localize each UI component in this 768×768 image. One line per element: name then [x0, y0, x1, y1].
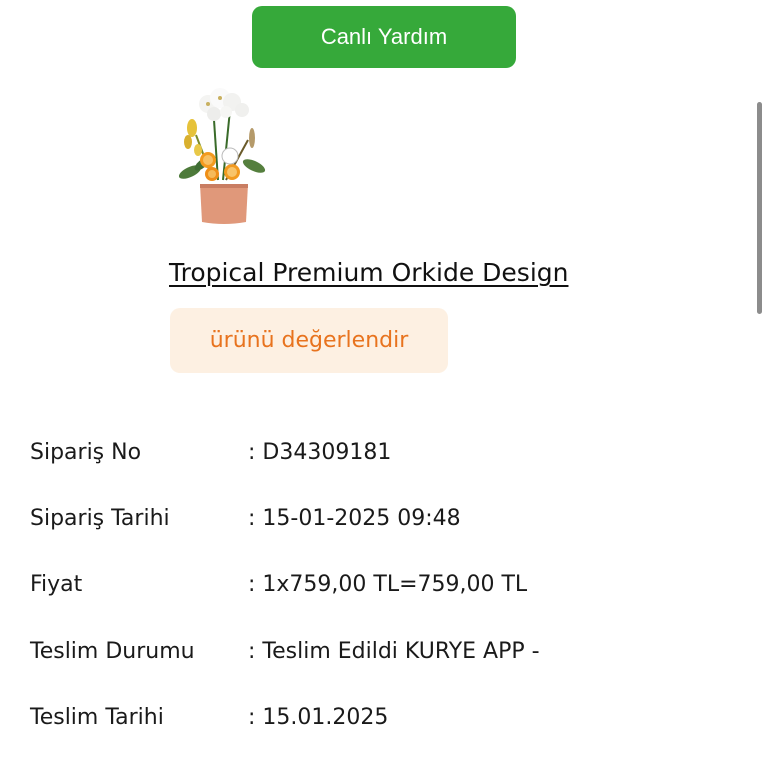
delivery-date-row: Teslim Tarihi : 15.01.2025	[30, 705, 730, 737]
price-row: Fiyat : 1x759,00 TL=759,00 TL	[30, 572, 730, 604]
order-number-row: Sipariş No : D34309181	[30, 440, 730, 472]
order-number-label: Sipariş No	[30, 440, 142, 465]
orchid-arrangement-icon	[178, 88, 266, 224]
order-date-value: : 15-01-2025 09:48	[248, 506, 461, 531]
order-date-row: Sipariş Tarihi : 15-01-2025 09:48	[30, 506, 730, 538]
vertical-scrollbar[interactable]	[757, 102, 762, 314]
product-image[interactable]	[168, 80, 276, 228]
delivery-status-row: Teslim Durumu : Teslim Edildi KURYE APP …	[30, 639, 730, 671]
delivery-status-value: : Teslim Edildi KURYE APP -	[248, 639, 540, 664]
live-help-button[interactable]: Canlı Yardım	[252, 6, 516, 68]
delivery-date-value: : 15.01.2025	[248, 705, 389, 730]
order-number-value: : D34309181	[248, 440, 392, 465]
price-label: Fiyat	[30, 572, 83, 597]
rate-product-button[interactable]: ürünü değerlendir	[170, 308, 448, 373]
product-title-link[interactable]: Tropical Premium Orkide Design	[169, 258, 568, 287]
delivery-status-label: Teslim Durumu	[30, 639, 195, 664]
order-date-label: Sipariş Tarihi	[30, 506, 170, 531]
price-value: : 1x759,00 TL=759,00 TL	[248, 572, 528, 597]
delivery-date-label: Teslim Tarihi	[30, 705, 164, 730]
